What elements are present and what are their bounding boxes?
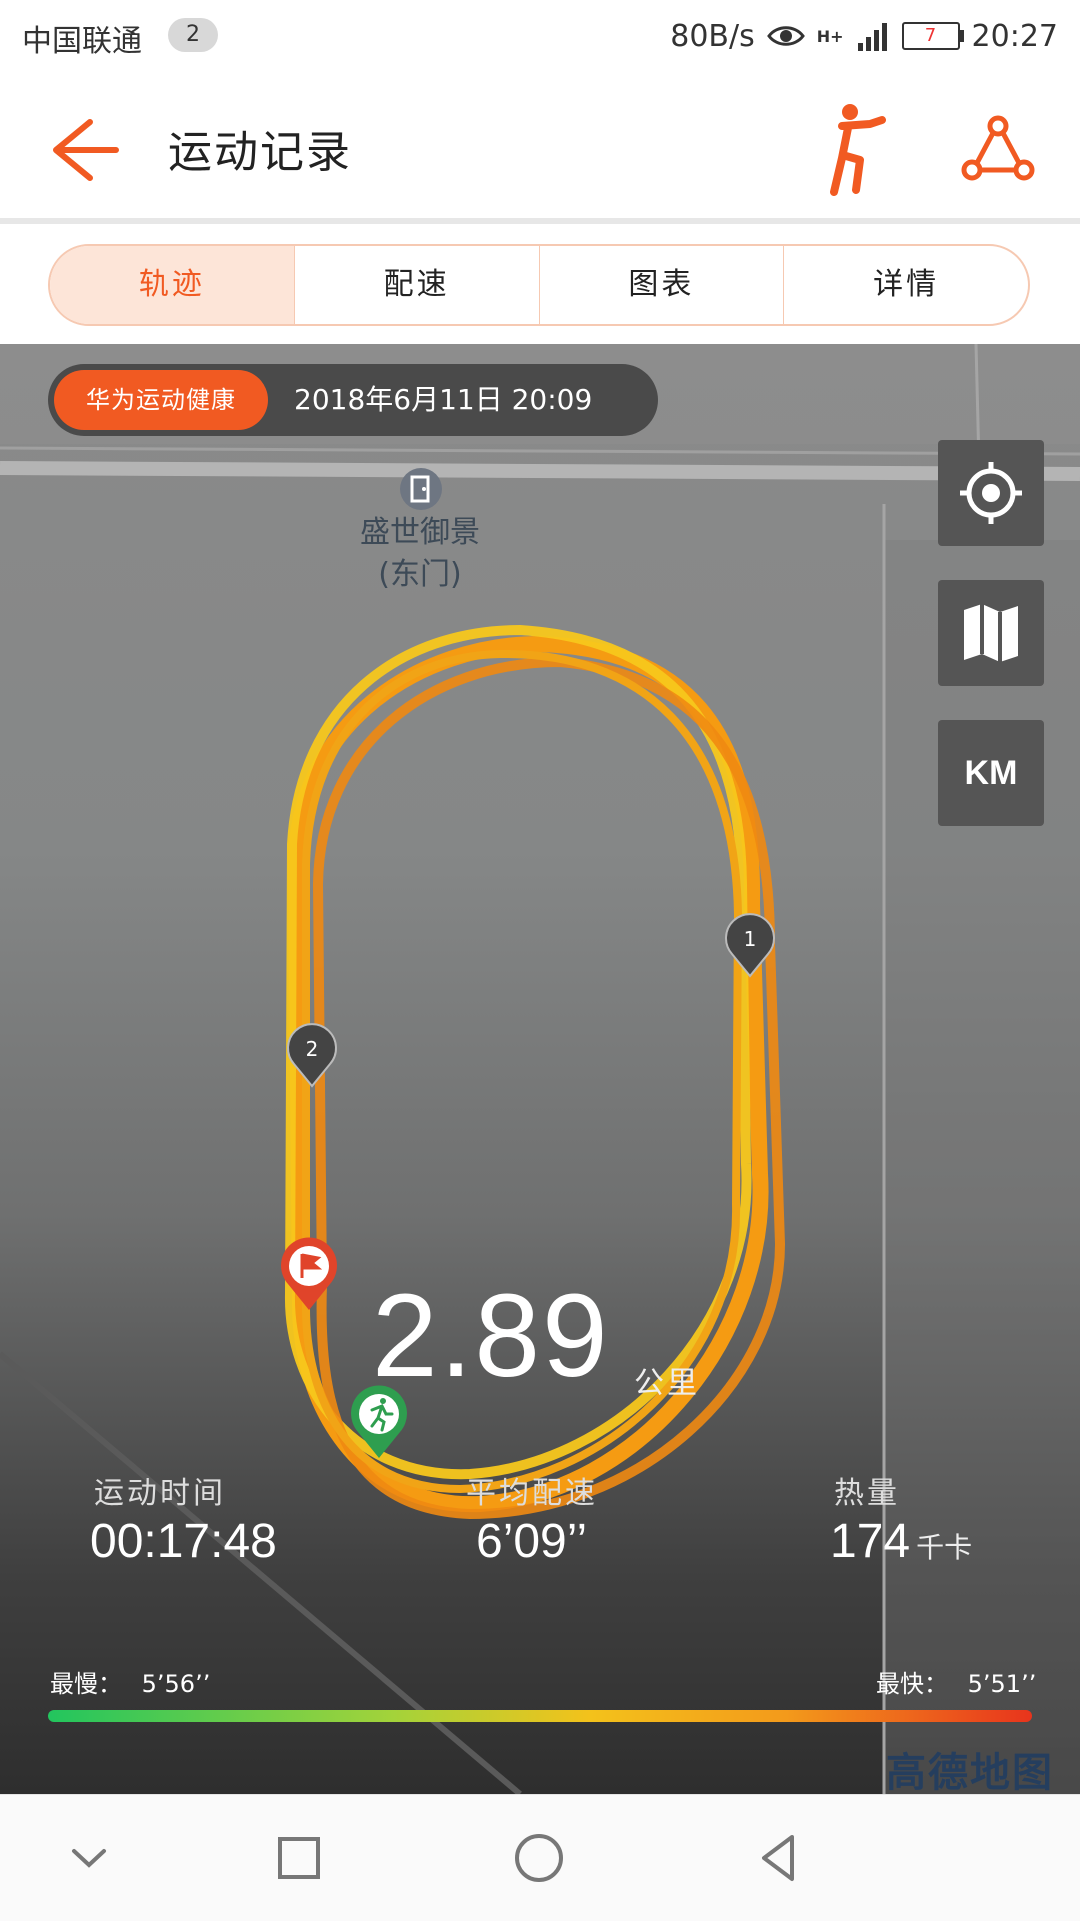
record-date: 2018年6月11日 20:09 [294, 383, 593, 416]
tab-bar-container: 轨迹 配速 图表 详情 [0, 224, 1080, 344]
status-right: 80B/s H+ 7 20:27 [670, 16, 1058, 56]
eye-icon [766, 26, 805, 46]
source-pill: 华为运动健康 [54, 370, 268, 430]
calories-value-row: 174 千卡 [830, 1514, 972, 1569]
finish-flag-icon[interactable] [278, 1236, 340, 1312]
signal-icon [857, 23, 887, 51]
poi-name-line1: 盛世御景 [360, 515, 480, 550]
fastest-pace-label: 最快： [876, 1670, 948, 1698]
status-bar: 中国联通 2 80B/s H+ 7 20:27 [0, 0, 1080, 72]
crosshair-icon [960, 462, 1022, 524]
km-markers-button[interactable]: KM [938, 720, 1044, 826]
amap-logo: 高德地图 [886, 1750, 1054, 1794]
pace-gradient-bar [48, 1710, 1032, 1722]
map-type-button[interactable] [938, 580, 1044, 686]
calories-value: 174 [830, 1515, 911, 1568]
duration-value: 00:17:48 [90, 1515, 277, 1568]
record-info-chip: 华为运动健康 2018年6月11日 20:09 [48, 364, 658, 436]
slowest-pace-value: 5’56’’ [141, 1670, 211, 1698]
distance-unit: 公里 [634, 1366, 700, 1401]
runner-icon[interactable] [820, 100, 896, 196]
slowest-pace: 最慢： 5’56’’ [50, 1664, 210, 1699]
network-type: H+ [816, 26, 844, 46]
lap-marker-1[interactable]: 1 [722, 912, 778, 978]
tab-details[interactable]: 详情 [783, 246, 1028, 324]
tab-chart[interactable]: 图表 [538, 246, 784, 324]
fastest-pace: 最快： 5’51’’ [876, 1664, 1036, 1699]
calories-unit: 千卡 [916, 1532, 973, 1563]
tab-pace[interactable]: 配速 [293, 246, 539, 324]
slowest-pace-label: 最慢： [50, 1670, 122, 1698]
carrier-name: 中国联通 [22, 24, 142, 59]
tab-track[interactable]: 轨迹 [50, 246, 294, 324]
map-icon [964, 604, 1018, 662]
page-title: 运动记录 [168, 127, 352, 178]
lap-marker-2-label: 2 [306, 1037, 319, 1061]
avg-pace-label: 平均配速 [466, 1476, 598, 1511]
system-nav-bar [0, 1794, 1080, 1921]
app-bar: 运动记录 [0, 72, 1080, 220]
duration-label: 运动时间 [94, 1476, 226, 1511]
locate-button[interactable] [938, 440, 1044, 546]
home-circle-icon[interactable] [506, 1825, 572, 1891]
map-view[interactable]: 华为运动健康 2018年6月11日 20:09 盛世御景 (东门) KM 1 2 [0, 344, 1080, 1794]
map-roads [0, 344, 1080, 1794]
avg-pace-value: 6’09’’ [476, 1515, 588, 1568]
share-route-icon[interactable] [960, 112, 1036, 188]
tab-bar: 轨迹 配速 图表 详情 [48, 244, 1030, 326]
sim-badge: 2 [168, 18, 218, 52]
poi-name-line2: (东门) [378, 557, 462, 592]
fastest-pace-value: 5’51’’ [967, 1670, 1037, 1698]
calories-label: 热量 [834, 1476, 900, 1511]
lap-marker-1-label: 1 [744, 927, 757, 951]
chevron-down-icon[interactable] [56, 1825, 122, 1891]
clock: 20:27 [971, 18, 1058, 54]
net-speed: 80B/s [670, 18, 755, 54]
back-triangle-icon[interactable] [746, 1825, 812, 1891]
poi-label: 盛世御景 (东门) [330, 512, 510, 596]
gate-icon [400, 468, 442, 510]
battery-icon: 7 [901, 22, 964, 50]
distance-value: 2.89 [372, 1270, 610, 1402]
back-arrow-icon[interactable] [40, 112, 130, 188]
lap-marker-2[interactable]: 2 [284, 1022, 340, 1088]
recents-square-icon[interactable] [266, 1825, 332, 1891]
